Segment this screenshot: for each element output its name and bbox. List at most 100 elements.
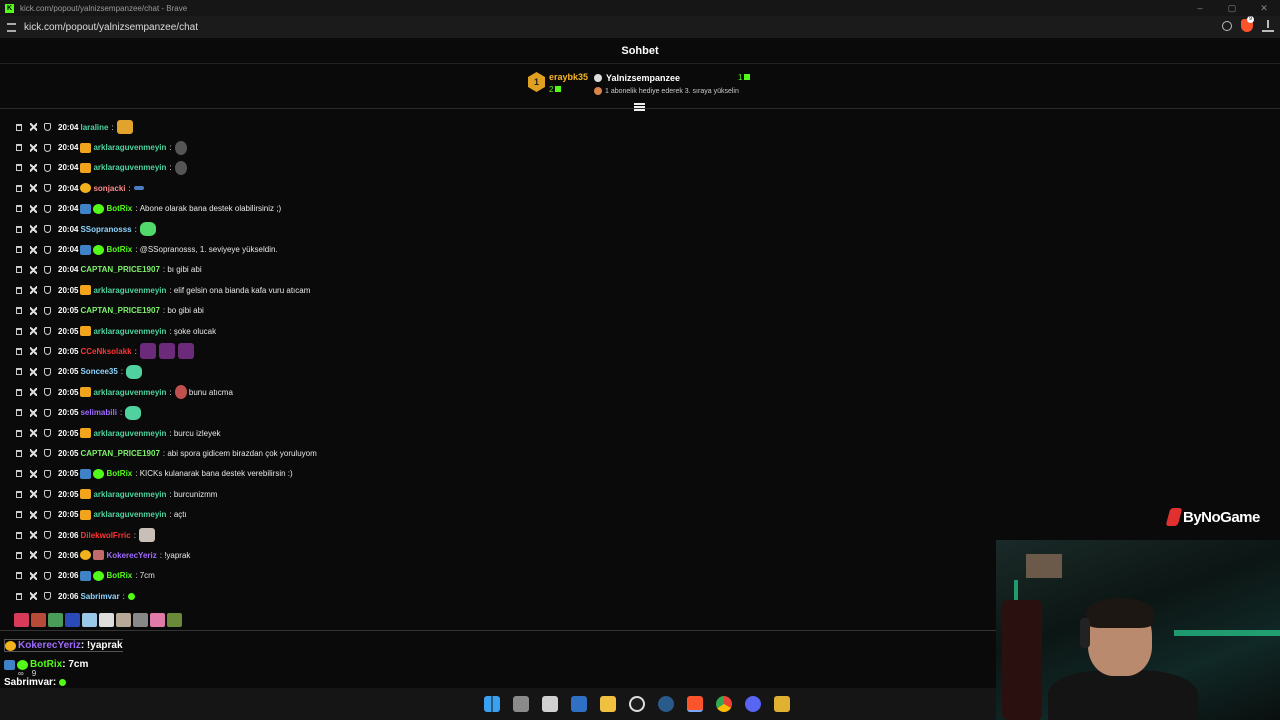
file-explorer-icon[interactable]: [600, 696, 616, 712]
discord-icon[interactable]: [745, 696, 761, 712]
close-button[interactable]: ✕: [1248, 0, 1280, 16]
start-icon[interactable]: [484, 696, 500, 712]
timeout-icon[interactable]: [30, 449, 37, 458]
message-username[interactable]: BotRix: [106, 245, 132, 254]
task-view-icon[interactable]: [513, 696, 529, 712]
delete-icon[interactable]: [16, 144, 22, 152]
url-field[interactable]: kick.com/popout/yalnizsempanzee/chat: [24, 22, 198, 33]
message-username[interactable]: arklaraguvenmeyin: [93, 388, 166, 397]
timeout-icon[interactable]: [30, 592, 37, 601]
timeout-icon[interactable]: [30, 531, 37, 539]
message-username[interactable]: arklaraguvenmeyin: [93, 490, 166, 499]
ban-icon[interactable]: [44, 286, 51, 295]
ban-icon[interactable]: [44, 204, 51, 213]
maximize-button[interactable]: ▢: [1216, 0, 1248, 16]
message-username[interactable]: CAPTAN_PRICE1907: [80, 449, 159, 458]
steam-icon[interactable]: [658, 696, 674, 712]
ban-icon[interactable]: [44, 367, 51, 376]
snipping-tool-icon[interactable]: [542, 696, 558, 712]
delete-icon[interactable]: [16, 551, 22, 559]
message-username[interactable]: BotRix: [106, 204, 132, 213]
message-username[interactable]: laraline: [80, 123, 108, 132]
timeout-icon[interactable]: [30, 571, 37, 580]
channel-name[interactable]: Yalnizsempanzee: [606, 73, 680, 83]
brave-shields-icon[interactable]: 9: [1241, 16, 1254, 32]
timeout-icon[interactable]: [30, 490, 37, 499]
message-username[interactable]: arklaraguvenmeyin: [93, 429, 166, 438]
timeout-icon[interactable]: [30, 388, 37, 397]
scroll-to-bottom-icon[interactable]: [634, 103, 645, 113]
delete-icon[interactable]: [16, 327, 22, 335]
timeout-icon[interactable]: [30, 306, 37, 315]
emote-icon[interactable]: [48, 613, 63, 627]
ban-icon[interactable]: [44, 225, 51, 234]
message-username[interactable]: Soncee35: [80, 367, 117, 376]
message-username[interactable]: arklaraguvenmeyin: [93, 510, 166, 519]
download-icon[interactable]: [1262, 19, 1274, 32]
ban-icon[interactable]: [44, 408, 51, 417]
site-info-icon[interactable]: [7, 22, 16, 32]
delete-icon[interactable]: [16, 368, 22, 376]
delete-icon[interactable]: [16, 164, 22, 172]
timeout-icon[interactable]: [30, 225, 37, 234]
delete-icon[interactable]: [16, 266, 22, 274]
message-username[interactable]: BotRix: [106, 469, 132, 478]
delete-icon[interactable]: [16, 225, 22, 233]
ban-icon[interactable]: [44, 469, 51, 478]
media-player-icon[interactable]: [774, 696, 790, 712]
ban-icon[interactable]: [44, 551, 51, 560]
delete-icon[interactable]: [16, 246, 22, 254]
message-username[interactable]: CAPTAN_PRICE1907: [80, 306, 159, 315]
message-username[interactable]: CCeNksolakk: [80, 347, 131, 356]
timeout-icon[interactable]: [30, 163, 37, 172]
message-username[interactable]: arklaraguvenmeyin: [93, 143, 166, 152]
message-username[interactable]: arklaraguvenmeyin: [93, 327, 166, 336]
delete-icon[interactable]: [16, 286, 22, 294]
ban-icon[interactable]: [44, 429, 51, 438]
message-username[interactable]: DilekwolFrric: [80, 531, 130, 540]
timeout-icon[interactable]: [30, 265, 37, 274]
message-username[interactable]: BotRix: [106, 571, 132, 580]
emote-icon[interactable]: [99, 613, 114, 627]
message-username[interactable]: SSopranosss: [80, 225, 131, 234]
delete-icon[interactable]: [16, 409, 22, 417]
delete-icon[interactable]: [16, 123, 22, 131]
ban-icon[interactable]: [44, 531, 51, 539]
timeout-icon[interactable]: [30, 367, 37, 376]
delete-icon[interactable]: [16, 205, 22, 213]
delete-icon[interactable]: [16, 429, 22, 437]
ban-icon[interactable]: [44, 510, 51, 519]
ban-icon[interactable]: [44, 143, 51, 152]
message-username[interactable]: arklaraguvenmeyin: [93, 286, 166, 295]
emote-icon[interactable]: [31, 613, 46, 627]
delete-icon[interactable]: [16, 531, 22, 539]
delete-icon[interactable]: [16, 184, 22, 192]
delete-icon[interactable]: [16, 307, 22, 315]
timeout-icon[interactable]: [30, 123, 37, 132]
ban-icon[interactable]: [44, 571, 51, 580]
timeout-icon[interactable]: [30, 551, 37, 560]
timeout-icon[interactable]: [30, 510, 37, 519]
ban-icon[interactable]: [44, 184, 51, 193]
zoom-icon[interactable]: [1222, 20, 1232, 31]
message-username[interactable]: sonjacki: [93, 184, 125, 193]
delete-icon[interactable]: [16, 592, 22, 600]
ban-icon[interactable]: [44, 123, 51, 132]
ban-icon[interactable]: [44, 490, 51, 499]
timeout-icon[interactable]: [30, 204, 37, 213]
ban-icon[interactable]: [44, 449, 51, 458]
timeout-icon[interactable]: [30, 347, 37, 356]
message-username[interactable]: Sabrimvar: [80, 592, 119, 601]
delete-icon[interactable]: [16, 572, 22, 580]
timeout-icon[interactable]: [30, 143, 37, 152]
ban-icon[interactable]: [44, 347, 51, 356]
ban-icon[interactable]: [44, 163, 51, 172]
gifter-name[interactable]: eraybk35: [549, 72, 588, 82]
emote-icon[interactable]: [150, 613, 165, 627]
chrome-icon[interactable]: [716, 696, 732, 712]
message-username[interactable]: selimabili: [80, 408, 116, 417]
ban-icon[interactable]: [44, 327, 51, 336]
delete-icon[interactable]: [16, 449, 22, 457]
ban-icon[interactable]: [44, 388, 51, 397]
delete-icon[interactable]: [16, 388, 22, 396]
